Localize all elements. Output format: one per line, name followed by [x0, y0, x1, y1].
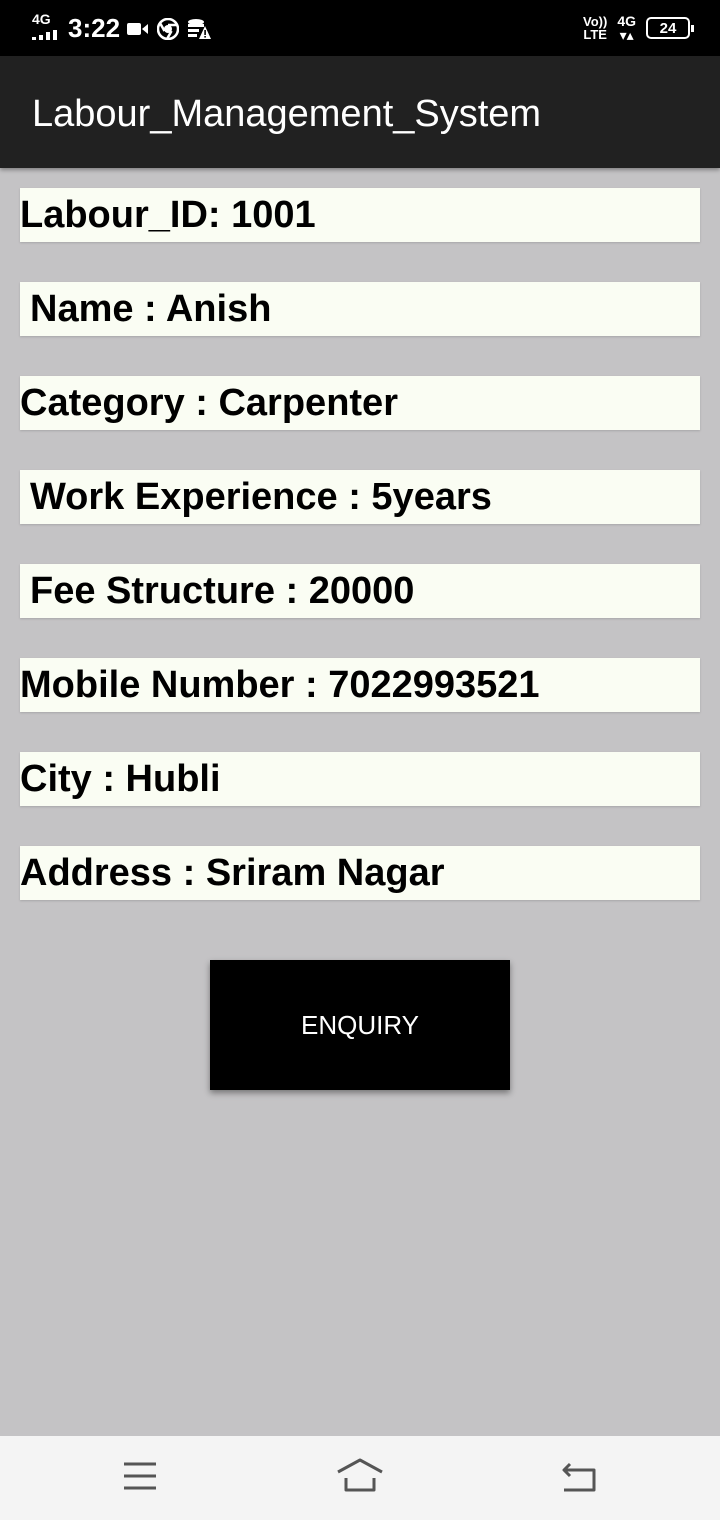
- status-time: 3:22: [68, 13, 121, 43]
- mobile-number-field: Mobile Number : 7022993521: [20, 658, 700, 712]
- network-type-label: 4G: [32, 11, 51, 27]
- menu-icon[interactable]: [116, 1456, 164, 1496]
- signal-bars-icon: [32, 30, 57, 40]
- app-title: Labour_Management_System: [32, 93, 542, 135]
- app-bar: Labour_Management_System: [0, 56, 720, 168]
- home-icon[interactable]: [336, 1456, 384, 1496]
- battery-level: 24: [659, 19, 677, 37]
- chrome-icon: [157, 18, 179, 40]
- work-experience-field: Work Experience : 5years: [20, 470, 700, 524]
- category-field: Category : Carpenter: [20, 376, 700, 430]
- data-warning-icon: [188, 19, 211, 39]
- fee-structure-field: Fee Structure : 20000: [20, 564, 700, 618]
- network-4g-label: 4G: [617, 13, 636, 29]
- name-field: Name : Anish: [20, 282, 700, 336]
- navigation-bar: [0, 1436, 720, 1520]
- status-bar: 4G 3:22 Vo)) LTE 4G ▾▴ 24: [0, 0, 720, 56]
- battery-icon: 24: [646, 17, 694, 39]
- address-field: Address : Sriram Nagar: [20, 846, 700, 900]
- volte-label: Vo)) LTE: [583, 14, 608, 42]
- network-4g-icon: 4G ▾▴: [617, 13, 636, 43]
- back-icon[interactable]: [556, 1456, 604, 1496]
- signal-icon: 4G: [32, 12, 62, 40]
- labour-id-field: Labour_ID: 1001: [20, 188, 700, 242]
- enquiry-button[interactable]: ENQUIRY: [210, 960, 510, 1090]
- city-field: City : Hubli: [20, 752, 700, 806]
- video-camera-icon: [127, 23, 148, 35]
